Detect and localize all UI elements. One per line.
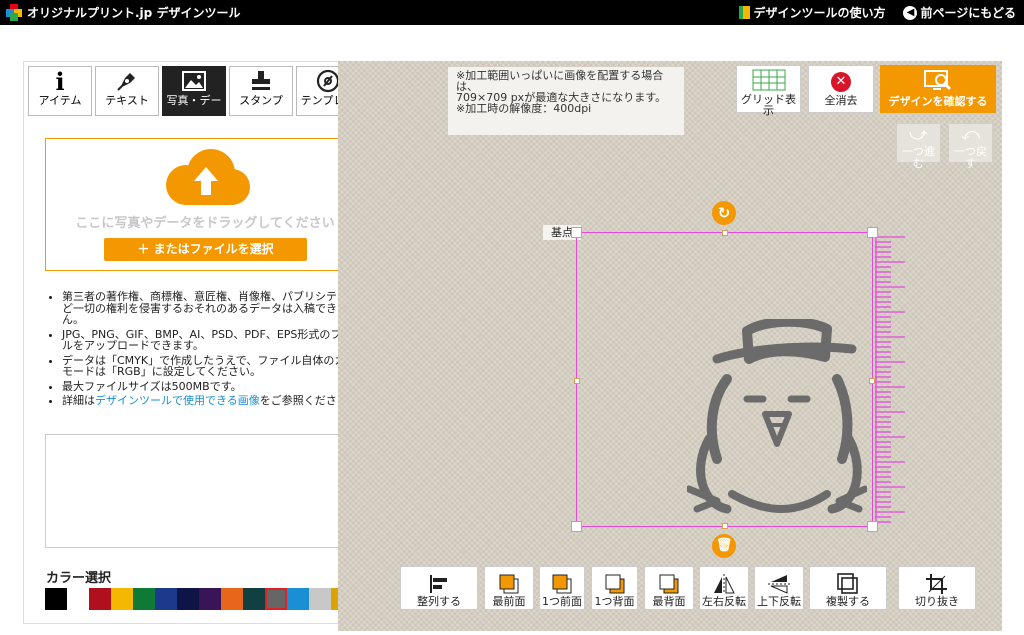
color-select-title: カラー選択	[46, 571, 112, 586]
send-back-button[interactable]: 最背面	[644, 566, 694, 610]
select-file-button[interactable]: ＋ またはファイルを選択	[104, 238, 307, 261]
monitor-search-icon	[924, 70, 952, 91]
color-swatch[interactable]	[111, 588, 133, 610]
color-swatch[interactable]	[67, 588, 89, 610]
resize-handle-bl[interactable]	[571, 521, 582, 532]
flip-vertical-icon	[768, 575, 790, 594]
color-swatch[interactable]	[45, 588, 67, 610]
upload-dropzone[interactable]: ここに写真やデータをドラッグしてください ＋ またはファイルを選択	[45, 138, 365, 271]
uploaded-images-box[interactable]	[45, 434, 365, 548]
color-swatch[interactable]	[199, 588, 221, 610]
image-icon	[182, 71, 206, 91]
note-filesize: 最大ファイルサイズは500MBです。	[62, 380, 372, 393]
color-swatch[interactable]	[133, 588, 155, 610]
print-info-text: ※加工範囲いっぱいに画像を配置する場合は、 709×709 pxが最適な大きさに…	[456, 69, 667, 115]
vertical-ruler	[875, 235, 905, 525]
backward-one-icon	[605, 574, 624, 594]
align-icon	[430, 575, 447, 593]
tab-text[interactable]: テキスト	[95, 66, 159, 116]
color-swatch[interactable]	[177, 588, 199, 610]
upload-notes: 第三者の著作権、商標権、意匠権、肖像権、パブリシティ権など一切の権利を侵害するお…	[62, 291, 372, 410]
resize-handle-top[interactable]	[722, 230, 728, 236]
top-bar: オリジナルプリント.jp デザインツール デザインツールの使い方 ◀ 前ページに…	[0, 0, 1024, 25]
cube-logo-icon	[6, 4, 23, 21]
duplicate-icon	[837, 573, 858, 594]
flip-vertical-button[interactable]: 上下反転	[754, 566, 804, 610]
note-details: 詳細はデザインツールで使用できる画像をご参照ください。	[62, 395, 372, 407]
parrot-hat-artwork	[687, 319, 867, 514]
tab-photo-data[interactable]: 写真・デー	[162, 66, 226, 116]
logo-text: オリジナルプリント.jp デザインツール	[27, 6, 241, 20]
crop-button[interactable]: 切り抜き	[898, 566, 976, 610]
bring-front-icon	[499, 574, 519, 594]
color-swatch[interactable]	[309, 588, 331, 610]
logo[interactable]: オリジナルプリント.jp デザインツール	[6, 4, 240, 21]
resize-handle-left[interactable]	[574, 378, 580, 384]
resize-handle-bottom[interactable]	[722, 523, 728, 529]
align-button[interactable]: 整列する	[400, 566, 478, 610]
crop-icon	[926, 574, 947, 594]
resize-handle-tr[interactable]	[867, 227, 878, 238]
undo-arrow-icon: ⤺	[960, 124, 981, 145]
bring-front-button[interactable]: 最前面	[484, 566, 534, 610]
color-swatch[interactable]	[287, 588, 309, 610]
resize-handle-right[interactable]	[869, 378, 875, 384]
pen-icon	[117, 73, 135, 91]
flip-horizontal-icon	[714, 574, 735, 594]
clear-all-button[interactable]: ✕ 全消去	[808, 65, 874, 113]
forward-one-button[interactable]: 1つ前面	[539, 566, 585, 610]
redo-button[interactable]: ⤻ 一つ進む	[896, 123, 941, 170]
color-swatch[interactable]	[243, 588, 265, 610]
confirm-design-button[interactable]: デザインを確認する	[880, 65, 996, 113]
grid-icon	[752, 69, 785, 91]
undo-button[interactable]: ⤺ 一つ戻す	[948, 123, 993, 170]
forward-one-icon	[552, 574, 572, 594]
redo-arrow-icon: ⤻	[908, 124, 929, 145]
rotate-handle-icon[interactable]: ↻	[712, 201, 736, 225]
how-to-link[interactable]: デザインツールの使い方	[739, 4, 885, 21]
duplicate-button[interactable]: 複製する	[809, 566, 887, 610]
selected-image-frame[interactable]	[571, 227, 878, 532]
note-formats: JPG、PNG、GIF、BMP、AI、PSD、PDF、EPS形式のファイルをアッ…	[62, 328, 372, 352]
usable-images-link[interactable]: デザインツールで使用できる画像	[95, 394, 260, 407]
design-canvas[interactable]: ※加工範囲いっぱいに画像を配置する場合は、 709×709 pxが最適な大きさに…	[338, 61, 1002, 631]
color-swatch[interactable]	[89, 588, 111, 610]
color-swatch[interactable]	[265, 588, 287, 610]
color-swatch[interactable]	[155, 588, 177, 610]
backward-one-button[interactable]: 1つ背面	[591, 566, 638, 610]
resize-handle-br[interactable]	[867, 521, 878, 532]
note-copyright: 第三者の著作権、商標権、意匠権、肖像権、パブリシティ権など一切の権利を侵害するお…	[62, 291, 372, 326]
book-icon	[739, 6, 751, 19]
resize-handle-tl[interactable]	[571, 227, 582, 238]
tab-item[interactable]: i アイテム	[28, 66, 92, 116]
note-colormode: データは「CMYK」で作成したうえで、ファイル自体のカラーモードは「RGB」に設…	[62, 354, 372, 378]
color-swatches	[45, 588, 375, 610]
delete-trash-icon[interactable]: 🗑	[712, 534, 736, 558]
clear-x-icon: ✕	[831, 72, 851, 92]
grid-button[interactable]: グリッド表示	[736, 65, 801, 116]
color-swatch[interactable]	[221, 588, 243, 610]
cloud-upload-icon	[166, 149, 250, 205]
info-i-icon: i	[55, 66, 65, 96]
send-back-icon	[659, 574, 679, 594]
drop-text: ここに写真やデータをドラッグしてください	[75, 216, 335, 231]
flip-horizontal-button[interactable]: 左右反転	[699, 566, 749, 610]
tool-tabs: i アイテム テキスト 写真・デー スタンプ テンプレー	[28, 66, 360, 116]
back-arrow-icon: ◀	[903, 5, 918, 20]
tab-stamp[interactable]: スタンプ	[229, 66, 293, 116]
back-link[interactable]: ◀ 前ページにもどる	[903, 4, 1016, 21]
template-disc-icon	[316, 69, 340, 93]
stamp-icon	[252, 71, 270, 90]
print-info-box: ※加工範囲いっぱいに画像を配置する場合は、 709×709 pxが最適な大きさに…	[448, 67, 684, 135]
left-panel: i アイテム テキスト 写真・デー スタンプ テンプレー ここに写真やデータをド…	[23, 61, 382, 624]
